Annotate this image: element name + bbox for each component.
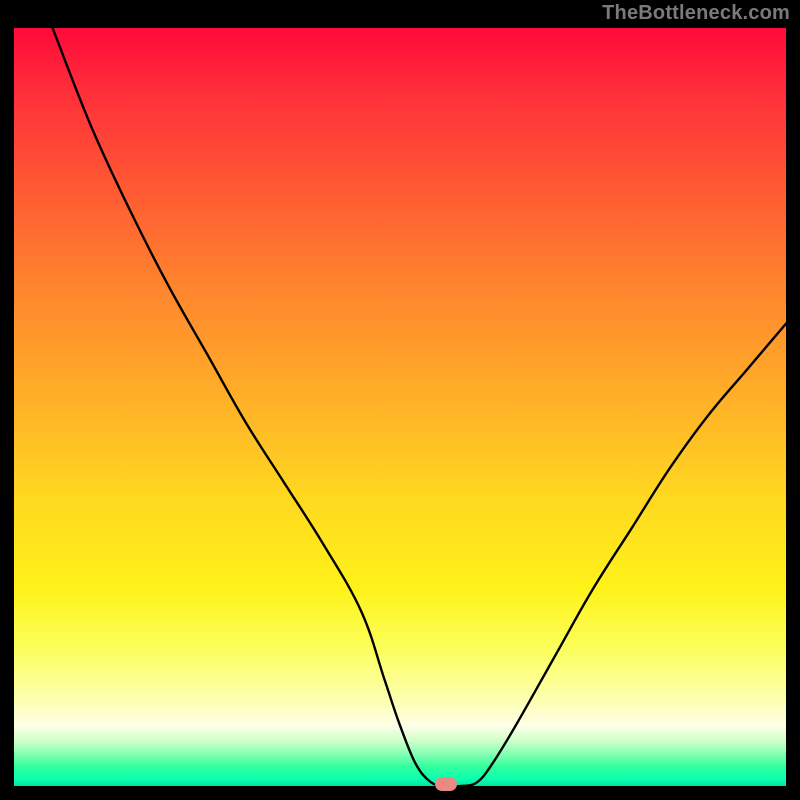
watermark-text: TheBottleneck.com <box>602 2 790 25</box>
curve-path <box>53 28 786 786</box>
plot-area <box>14 28 786 786</box>
bottleneck-curve <box>14 28 786 786</box>
optimal-marker <box>435 777 457 791</box>
chart-frame: TheBottleneck.com <box>0 0 800 800</box>
